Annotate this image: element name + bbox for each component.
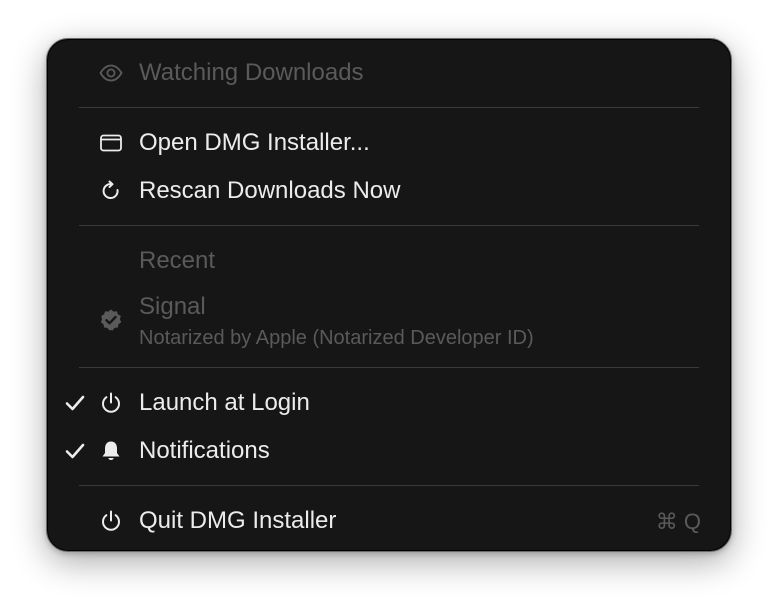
status-bar-menu: Watching Downloads Open DMG Installer...… (46, 38, 732, 552)
menu-item-quit[interactable]: Quit DMG Installer ⌘ Q (47, 507, 731, 535)
menu-separator (79, 485, 699, 486)
menu-separator (79, 107, 699, 108)
menu-item-watching-downloads: Watching Downloads (47, 59, 731, 87)
menu-item-label: Notifications (139, 437, 270, 464)
menu-item-label: Watching Downloads (139, 59, 364, 86)
menu-item-label: Open DMG Installer... (139, 129, 370, 156)
menu-separator (79, 225, 699, 226)
section-header-recent: Recent (47, 247, 731, 275)
menu-item-rescan-downloads[interactable]: Rescan Downloads Now (47, 177, 731, 205)
refresh-icon (99, 179, 123, 203)
menu-item-notifications[interactable]: Notifications (47, 437, 731, 465)
recent-item-subtitle: Notarized by Apple (Notarized Developer … (139, 327, 534, 349)
menu-item-label: Rescan Downloads Now (139, 177, 401, 204)
section-header-label: Recent (139, 247, 216, 274)
bell-icon (99, 439, 123, 463)
keyboard-shortcut: ⌘ Q (655, 509, 701, 534)
recent-item-signal: Signal Notarized by Apple (Notarized Dev… (47, 293, 731, 351)
checkmark-icon (63, 439, 87, 463)
checkmark-icon (63, 391, 87, 415)
menu-separator (79, 367, 699, 368)
power-icon (99, 509, 123, 533)
power-icon (99, 391, 123, 415)
window-icon (99, 131, 123, 155)
eye-icon (99, 61, 123, 85)
menu-item-open-dmg-installer[interactable]: Open DMG Installer... (47, 129, 731, 157)
menu-item-label: Launch at Login (139, 389, 310, 416)
menu-item-label: Quit DMG Installer (139, 507, 337, 534)
recent-item-title: Signal (139, 293, 206, 320)
menu-item-launch-at-login[interactable]: Launch at Login (47, 389, 731, 417)
verified-badge-icon (99, 308, 123, 332)
